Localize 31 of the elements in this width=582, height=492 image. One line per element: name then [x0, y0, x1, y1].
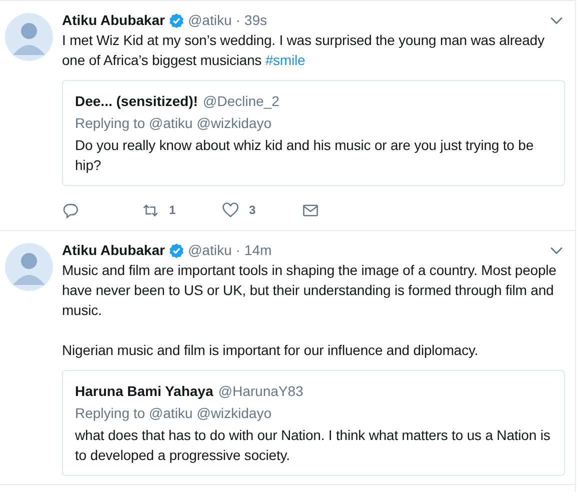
author-handle[interactable]: @atiku	[188, 12, 232, 28]
author-name[interactable]: Atiku Abubakar	[62, 12, 165, 28]
separator-dot: ·	[236, 242, 240, 258]
quoted-author-handle: @HarunaY83	[218, 383, 304, 399]
avatar-icon[interactable]	[5, 243, 53, 291]
tweet-text: Nigerian music and film is important for our influence and diplomacy.	[62, 341, 480, 360]
caret-icon[interactable]	[550, 246, 563, 254]
separator-dot: ·	[236, 12, 240, 28]
retweet-count: 1	[169, 203, 176, 217]
quoted-tweet-card[interactable]: Haruna Bami Yahaya @HarunaY83 Replying to @atiku @wizkidayo what does that has to do with our Nation. I think what matters to us a Nation is to developed a progressive society.	[62, 370, 565, 476]
avatar-icon[interactable]	[5, 13, 53, 61]
retweet-icon[interactable]	[142, 202, 159, 218]
tweet-time[interactable]: 39s	[244, 12, 267, 28]
author-handle[interactable]: @atiku	[188, 242, 232, 258]
reply-icon[interactable]	[62, 202, 79, 218]
quoted-author-name: Dee... (sensitized)!	[75, 93, 198, 109]
quoted-tweet-card[interactable]: Dee... (sensitized)! @Decline_2 Replying to @atiku @wizkidayo Do you really know about whiz kid and his music or are you just trying to be hip?	[62, 80, 565, 186]
tweet-time[interactable]: 14m	[244, 242, 272, 258]
quoted-tweet-text: what does that has to do with our Nation. I think what matters to us a Nation is to developed a progressive society.	[75, 426, 552, 465]
replying-to-text: Replying to @atiku @wizkidayo	[75, 115, 273, 131]
caret-icon[interactable]	[550, 16, 563, 24]
heart-icon[interactable]	[222, 202, 239, 218]
quoted-author-name: Haruna Bami Yahaya	[75, 383, 214, 399]
hashtag-link[interactable]: #smile	[265, 52, 306, 68]
replying-to-text: Replying to @atiku @wizkidayo	[75, 405, 273, 421]
quoted-tweet-text: Do you really know about whiz kid and his music or are you just trying to be hip?	[75, 136, 535, 175]
author-name[interactable]: Atiku Abubakar	[62, 242, 165, 258]
tweet-text: I met Wiz Kid at my son’s wedding. I was surprised the young man was already one of Africa’s biggest musicians #smile	[62, 31, 546, 70]
quoted-author-handle: @Decline_2	[202, 93, 280, 109]
like-count: 3	[249, 203, 256, 217]
tweet-text: Music and film are important tools in shaping the image of a country. Most people have never been to US or UK, but their understanding is formed through film and music.	[62, 261, 558, 320]
